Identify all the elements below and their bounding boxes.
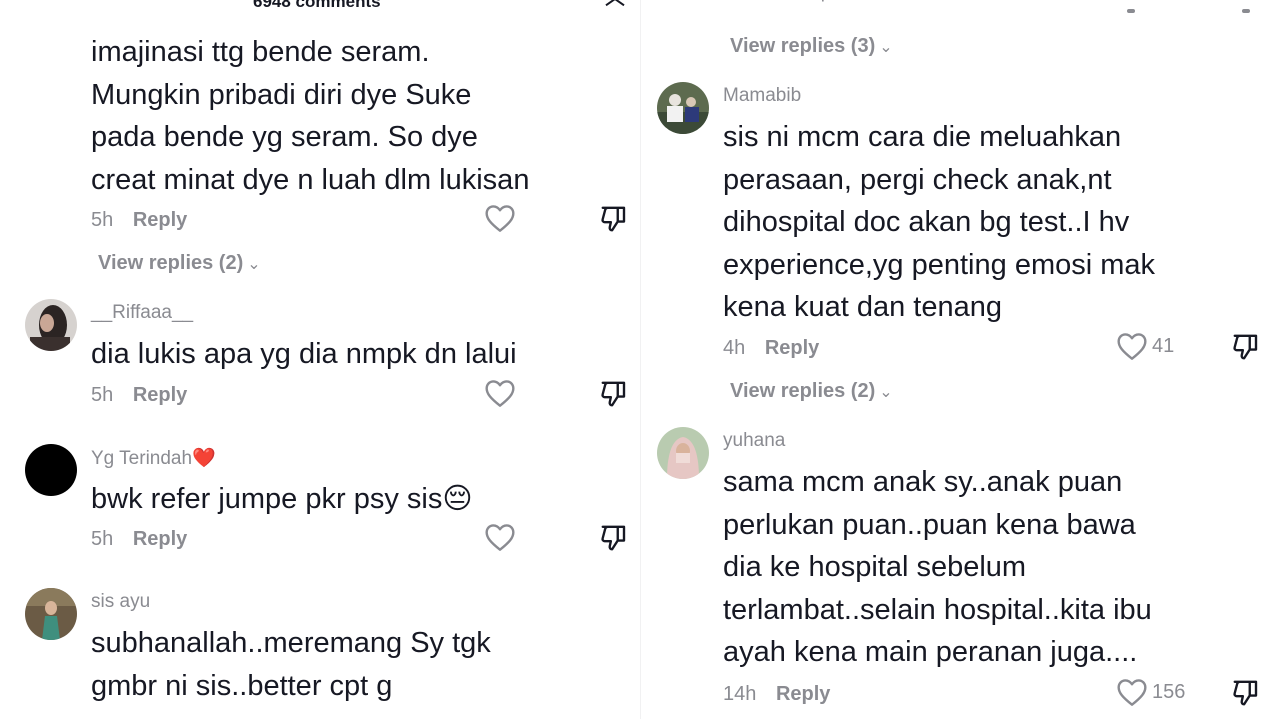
like-button[interactable]: 156 [1116, 677, 1185, 707]
thumbs-down-icon [1233, 334, 1258, 360]
cut-off-text: · [820, 0, 826, 10]
comment-meta: 5h Reply [91, 209, 187, 232]
username[interactable]: Yg Terindah❤️ [91, 446, 216, 470]
dislike-button[interactable] [599, 523, 629, 553]
dislike-button[interactable] [1231, 332, 1261, 362]
reply-button[interactable]: Reply [765, 337, 819, 359]
comment-text: sis ni mcm cara die meluahkan perasaan, … [723, 121, 1156, 323]
comment-time: 5h [91, 528, 114, 550]
avatar[interactable] [657, 82, 709, 134]
username[interactable]: Mamabib [723, 85, 801, 107]
reply-button[interactable]: Reply [133, 209, 187, 231]
chevron-down-icon: ⌄ [879, 384, 893, 401]
comment-time: 4h [723, 337, 746, 359]
like-count: 156 [1152, 680, 1186, 703]
thumbs-down-icon [601, 381, 626, 407]
view-replies-button[interactable]: View replies (2) ⌄ [98, 252, 261, 275]
comments-count-title: 6948 comments [253, 0, 381, 11]
avatar[interactable] [25, 299, 77, 351]
column-divider [640, 0, 641, 719]
heart-outline-icon [1117, 679, 1147, 706]
thumbs-down-icon [601, 206, 626, 232]
thumbs-down-icon [1233, 680, 1258, 706]
username[interactable]: sis ayu [91, 591, 150, 613]
close-icon[interactable] [604, 0, 626, 8]
comment-text: dia lukis apa yg dia nmpk dn lalui [91, 338, 517, 370]
thumbs-down-icon [601, 525, 626, 551]
chevron-down-icon: ⌄ [879, 39, 893, 56]
reply-button[interactable]: Reply [133, 384, 187, 406]
heart-outline-icon [485, 380, 515, 407]
like-count: 41 [1152, 334, 1175, 357]
comment-text: imajinasi ttg bende seram. Mungkin priba… [91, 36, 530, 196]
like-button[interactable] [484, 522, 516, 552]
comment-text: subhanallah..meremang Sy tgk gmbr ni sis… [91, 627, 491, 702]
comment-text: bwk refer jumpe pkr psy sis😔 [91, 483, 473, 515]
comment-meta: 5h Reply [91, 384, 187, 407]
chevron-down-icon: ⌄ [247, 256, 261, 273]
comment-text: sama mcm anak sy..anak puan perlukan pua… [723, 466, 1152, 668]
dislike-button[interactable] [1231, 678, 1261, 708]
view-replies-button[interactable]: View replies (3) ⌄ [730, 35, 893, 58]
comment-time: 5h [91, 209, 114, 231]
heart-outline-icon [485, 205, 515, 232]
reply-button[interactable]: Reply [133, 528, 187, 550]
comment-time: 5h [91, 384, 114, 406]
like-button[interactable] [484, 203, 516, 233]
avatar[interactable] [25, 588, 77, 640]
view-replies-button[interactable]: View replies (2) ⌄ [730, 380, 893, 403]
comment-meta: 14h Reply [723, 683, 830, 706]
avatar[interactable] [25, 444, 77, 496]
cut-off-chevron [1242, 9, 1250, 13]
comment-meta: 5h Reply [91, 528, 187, 551]
username[interactable]: __Riffaaa__ [91, 302, 193, 324]
username[interactable]: yuhana [723, 430, 785, 452]
heart-outline-icon [1117, 333, 1147, 360]
reply-button[interactable]: Reply [776, 683, 830, 705]
avatar[interactable] [657, 427, 709, 479]
like-button[interactable] [484, 378, 516, 408]
cut-off-chevron [1127, 9, 1135, 13]
comment-meta: 4h Reply [723, 337, 819, 360]
dislike-button[interactable] [599, 379, 629, 409]
like-button[interactable]: 41 [1116, 331, 1174, 361]
dislike-button[interactable] [599, 204, 629, 234]
comment-time: 14h [723, 683, 757, 705]
heart-outline-icon [485, 524, 515, 551]
